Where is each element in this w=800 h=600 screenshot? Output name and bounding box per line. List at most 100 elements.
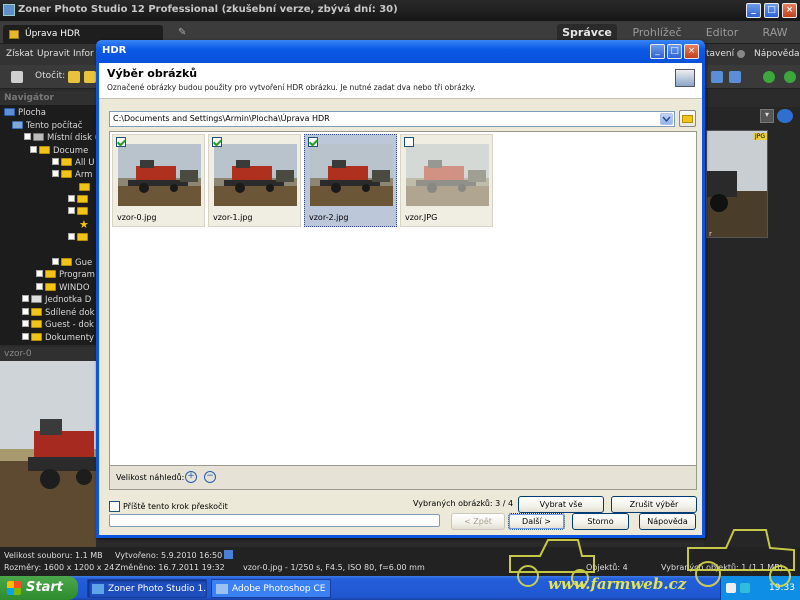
folder-icon <box>31 333 42 341</box>
tab-raw[interactable]: RAW <box>755 24 795 41</box>
export-icon[interactable] <box>711 71 723 83</box>
expand-icon[interactable] <box>52 158 59 165</box>
maximize-button[interactable]: □ <box>764 3 779 18</box>
image-checkbox[interactable] <box>404 137 414 147</box>
image-thumbnail[interactable]: vzor-1.jpg <box>208 134 301 227</box>
collapse-icon[interactable] <box>24 133 31 140</box>
expand-icon[interactable] <box>22 320 29 327</box>
tree-item[interactable] <box>68 206 91 218</box>
rotate-left-icon[interactable] <box>68 71 80 83</box>
tree-item[interactable]: Guest - dok <box>22 319 94 331</box>
image-checkbox[interactable] <box>308 137 318 147</box>
expand-icon[interactable] <box>22 295 29 302</box>
expand-icon[interactable] <box>68 195 75 202</box>
watermark-overlay: www.farmweb.cz <box>498 526 800 600</box>
folder-icon <box>77 207 88 215</box>
zoom-in-icon[interactable] <box>763 71 775 83</box>
tab-editor[interactable]: Editor <box>696 24 748 41</box>
select-all-button[interactable]: Vybrat vše <box>518 496 604 513</box>
tree-item[interactable]: Jednotka D <box>22 294 91 306</box>
menu-nastaveni[interactable]: tavení <box>706 49 734 59</box>
dialog-description: Označené obrázky budou použity pro vytvo… <box>107 83 476 92</box>
folder-tree: Plocha Tento počítač Místní disk ( Docum… <box>0 105 96 345</box>
star-icon[interactable]: ★ <box>79 219 89 231</box>
image-preview <box>214 144 297 206</box>
tree-item[interactable]: Gue <box>52 257 92 269</box>
close-button[interactable]: × <box>782 3 797 18</box>
preview-image <box>0 361 96 547</box>
expand-icon[interactable] <box>36 270 43 277</box>
expand-icon[interactable] <box>22 308 29 315</box>
image-thumbnail[interactable]: vzor.JPG <box>400 134 493 227</box>
expand-icon[interactable] <box>36 283 43 290</box>
refresh-icon[interactable] <box>777 109 793 123</box>
tree-item[interactable]: Program <box>36 269 95 281</box>
task-photoshop[interactable]: Adobe Photoshop CE <box>211 579 331 598</box>
zoner-icon <box>92 584 104 594</box>
tree-item[interactable]: Tento počítač <box>12 120 82 132</box>
image-filename: vzor-2.jpg <box>309 213 349 222</box>
expand-icon[interactable] <box>52 258 59 265</box>
dialog-minimize-button[interactable]: _ <box>650 44 665 59</box>
hdr-icon <box>675 69 695 87</box>
menu-ziskat[interactable]: Získat <box>6 49 33 59</box>
collapse-icon[interactable] <box>52 170 59 177</box>
zoom-in-icon[interactable]: + <box>185 471 197 483</box>
image-preview <box>310 144 393 206</box>
app-title: Zoner Photo Studio 12 Professional (zkuš… <box>18 4 398 15</box>
rotate-right-icon[interactable] <box>84 71 96 83</box>
share-icon[interactable] <box>729 71 741 83</box>
task-zoner[interactable]: Zoner Photo Studio 1... <box>87 579 207 598</box>
tab-prohlizec[interactable]: Prohlížeč <box>624 24 690 41</box>
dropdown-arrow-icon[interactable]: ▾ <box>760 109 774 123</box>
hdr-dialog: HDR _ □ × Výběr obrázků Označené obrázky… <box>96 40 705 538</box>
menu-napoveda[interactable]: Nápověda <box>754 49 800 59</box>
dialog-maximize-button[interactable]: □ <box>667 44 682 59</box>
tree-item[interactable]: Sdílené dok <box>22 307 95 319</box>
folder-icon <box>61 170 72 178</box>
tree-item[interactable]: WINDO <box>36 282 90 294</box>
image-thumbnail[interactable]: vzor-2.jpg <box>304 134 397 227</box>
tree-item[interactable]: Docume <box>30 145 88 157</box>
image-checkbox[interactable] <box>116 137 126 147</box>
skip-checkbox[interactable] <box>109 501 120 512</box>
expand-icon[interactable] <box>22 333 29 340</box>
tree-item[interactable]: All U <box>52 157 94 169</box>
menu-informace[interactable]: Infor <box>73 49 94 59</box>
dialog-title-bar[interactable]: HDR _ □ × <box>96 40 705 63</box>
info-icon[interactable] <box>224 550 233 559</box>
image-checkbox[interactable] <box>212 137 222 147</box>
navigator-header: Navigátor <box>0 91 96 105</box>
expand-icon[interactable] <box>68 233 75 240</box>
tree-item[interactable]: Dokumenty <box>22 332 94 344</box>
tree-item[interactable] <box>68 232 91 244</box>
right-thumbnail[interactable]: JPG r <box>706 130 768 238</box>
folder-icon <box>77 233 88 241</box>
zoom-out-icon[interactable] <box>784 71 796 83</box>
collapse-icon[interactable] <box>30 146 37 153</box>
start-button[interactable]: Start <box>0 576 78 600</box>
tab-spravce[interactable]: Správce <box>557 24 617 41</box>
browse-folder-button[interactable] <box>679 110 696 127</box>
expand-icon[interactable] <box>68 207 75 214</box>
tree-item[interactable]: Plocha <box>4 107 46 119</box>
dialog-close-button[interactable]: × <box>684 44 699 59</box>
menu-upravit[interactable]: Upravit <box>37 49 70 59</box>
tree-item[interactable] <box>79 182 93 194</box>
zoom-out-icon[interactable]: − <box>204 471 216 483</box>
minimize-button[interactable]: _ <box>746 3 761 18</box>
tree-item[interactable] <box>68 194 91 206</box>
jpg-badge: JPG <box>753 133 767 140</box>
computer-icon <box>12 121 23 129</box>
deselect-button[interactable]: Zrušit výběr <box>611 496 697 513</box>
back-button[interactable]: < Zpět <box>451 513 505 530</box>
tree-item[interactable]: Místní disk ( <box>24 132 96 144</box>
chevron-down-icon[interactable] <box>660 113 673 125</box>
image-thumbnail[interactable]: vzor-0.jpg <box>112 134 205 227</box>
pencil-icon[interactable]: ✎ <box>178 27 190 39</box>
status-created: Vytvořeno: 5.9.2010 16:50 <box>115 551 223 560</box>
tree-item[interactable]: Arm <box>52 169 92 181</box>
path-combobox[interactable]: C:\Documents and Settings\Armin\Plocha\Ú… <box>109 111 675 127</box>
folder-icon <box>77 195 88 203</box>
camera-icon[interactable] <box>11 71 23 83</box>
